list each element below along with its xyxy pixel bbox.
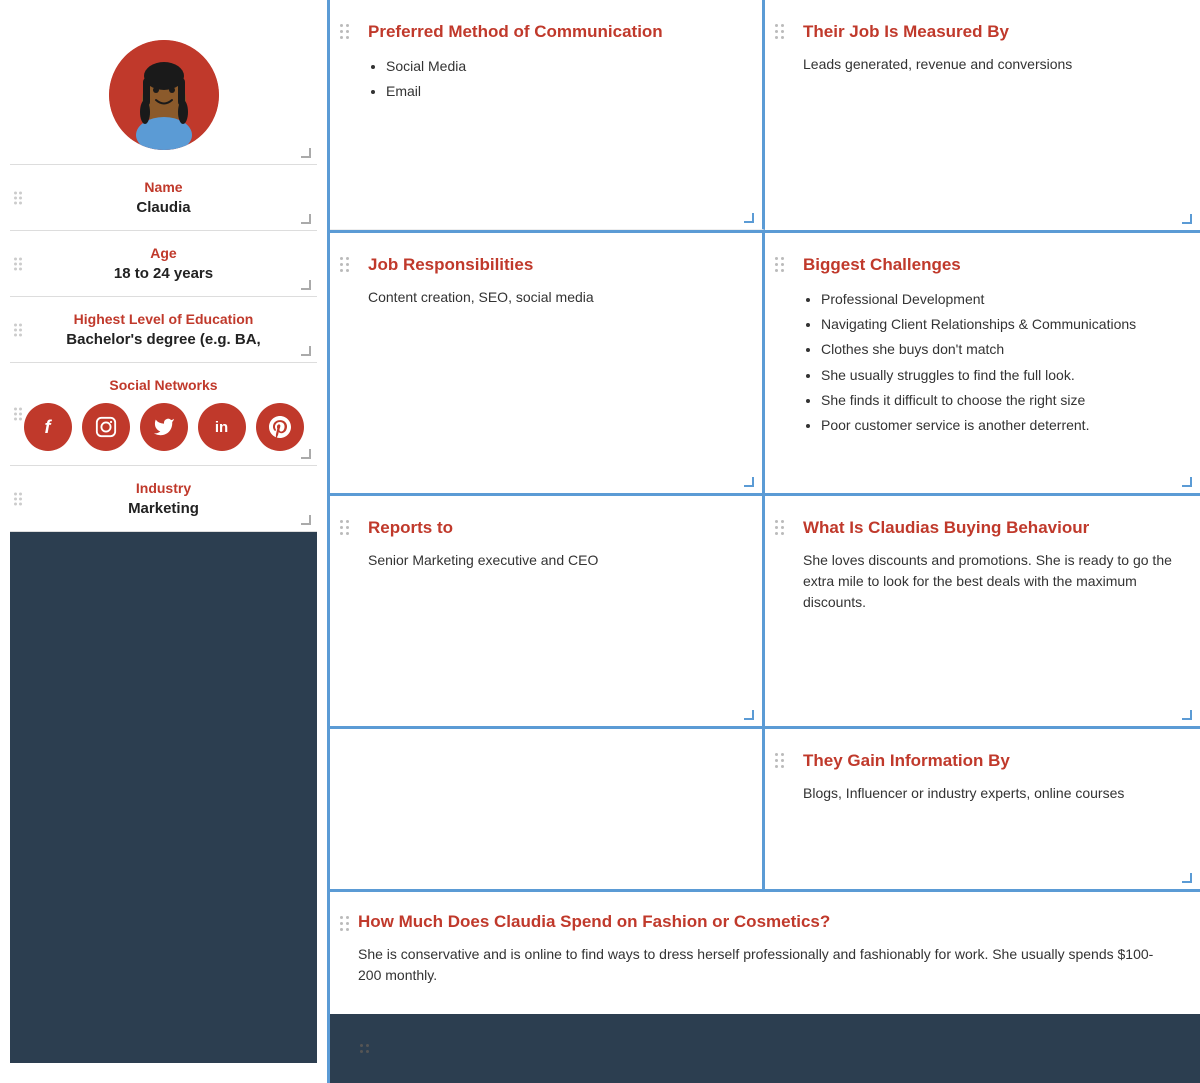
job-resp-title: Job Responsibilities bbox=[368, 255, 736, 275]
age-value: 18 to 24 years bbox=[20, 265, 307, 282]
bottom-section: How Much Does Claudia Spend on Fashion o… bbox=[330, 892, 1200, 1014]
buying-title: What Is Claudias Buying Behaviour bbox=[803, 518, 1174, 538]
job-measured-text: Leads generated, revenue and conversions bbox=[803, 54, 1174, 75]
education-value: Bachelor's degree (e.g. BA, bbox=[20, 331, 307, 348]
bottom-text: She is conservative and is online to fin… bbox=[358, 944, 1172, 986]
social-label: Social Networks bbox=[20, 377, 307, 393]
linkedin-icon[interactable]: in bbox=[198, 403, 246, 451]
job-resp-cell: Job Responsibilities Content creation, S… bbox=[330, 233, 765, 493]
age-section: Age 18 to 24 years bbox=[10, 231, 317, 297]
twitter-icon[interactable] bbox=[140, 403, 188, 451]
list-item: Navigating Client Relationships & Commun… bbox=[821, 312, 1174, 337]
gain-info-cell: They Gain Information By Blogs, Influenc… bbox=[765, 729, 1200, 889]
gain-info-row: They Gain Information By Blogs, Influenc… bbox=[330, 729, 1200, 892]
gain-info-left-spacer bbox=[330, 729, 765, 889]
industry-label: Industry bbox=[20, 480, 307, 496]
gain-info-text: Blogs, Influencer or industry experts, o… bbox=[803, 783, 1174, 804]
list-item: Social Media bbox=[386, 54, 736, 79]
name-label: Name bbox=[20, 179, 307, 195]
middle-grid: Job Responsibilities Content creation, S… bbox=[330, 233, 1200, 496]
name-value: Claudia bbox=[20, 199, 307, 216]
preferred-comm-title: Preferred Method of Communication bbox=[368, 22, 736, 42]
industry-value: Marketing bbox=[20, 500, 307, 517]
biggest-challenges-list: Professional Development Navigating Clie… bbox=[803, 287, 1174, 438]
facebook-icon[interactable]: f bbox=[24, 403, 72, 451]
social-section: Social Networks f in bbox=[10, 363, 317, 466]
buying-cell: What Is Claudias Buying Behaviour She lo… bbox=[765, 496, 1200, 726]
main-content: Preferred Method of Communication Social… bbox=[330, 0, 1200, 1083]
buying-text: She loves discounts and promotions. She … bbox=[803, 550, 1174, 613]
list-item: She finds it difficult to choose the rig… bbox=[821, 388, 1174, 413]
top-grid: Preferred Method of Communication Social… bbox=[330, 0, 1200, 233]
education-section: Highest Level of Education Bachelor's de… bbox=[10, 297, 317, 363]
reports-to-title: Reports to bbox=[368, 518, 736, 538]
sidebar: Name Claudia Age 18 to 24 years Highest … bbox=[0, 0, 330, 1083]
avatar bbox=[109, 40, 219, 150]
lower-grid: Reports to Senior Marketing executive an… bbox=[330, 496, 1200, 729]
industry-section: Industry Marketing bbox=[10, 466, 317, 532]
biggest-challenges-title: Biggest Challenges bbox=[803, 255, 1174, 275]
instagram-icon[interactable] bbox=[82, 403, 130, 451]
bottom-title: How Much Does Claudia Spend on Fashion o… bbox=[358, 912, 1172, 932]
dark-footer bbox=[330, 1014, 1200, 1083]
job-measured-cell: Their Job Is Measured By Leads generated… bbox=[765, 0, 1200, 230]
age-label: Age bbox=[20, 245, 307, 261]
preferred-comm-list: Social Media Email bbox=[368, 54, 736, 104]
list-item: Professional Development bbox=[821, 287, 1174, 312]
reports-to-text: Senior Marketing executive and CEO bbox=[368, 550, 736, 571]
pinterest-icon[interactable] bbox=[256, 403, 304, 451]
reports-to-cell: Reports to Senior Marketing executive an… bbox=[330, 496, 765, 726]
job-measured-title: Their Job Is Measured By bbox=[803, 22, 1174, 42]
gain-info-title: They Gain Information By bbox=[803, 751, 1174, 771]
biggest-challenges-cell: Biggest Challenges Professional Developm… bbox=[765, 233, 1200, 493]
preferred-comm-cell: Preferred Method of Communication Social… bbox=[330, 0, 765, 230]
social-icons: f in bbox=[20, 403, 307, 451]
name-section: Name Claudia bbox=[10, 165, 317, 231]
list-item: Clothes she buys don't match bbox=[821, 337, 1174, 362]
list-item: Email bbox=[386, 79, 736, 104]
job-resp-text: Content creation, SEO, social media bbox=[368, 287, 736, 308]
avatar-section bbox=[10, 20, 317, 165]
list-item: She usually struggles to find the full l… bbox=[821, 363, 1174, 388]
list-item: Poor customer service is another deterre… bbox=[821, 413, 1174, 438]
education-label: Highest Level of Education bbox=[20, 311, 307, 327]
